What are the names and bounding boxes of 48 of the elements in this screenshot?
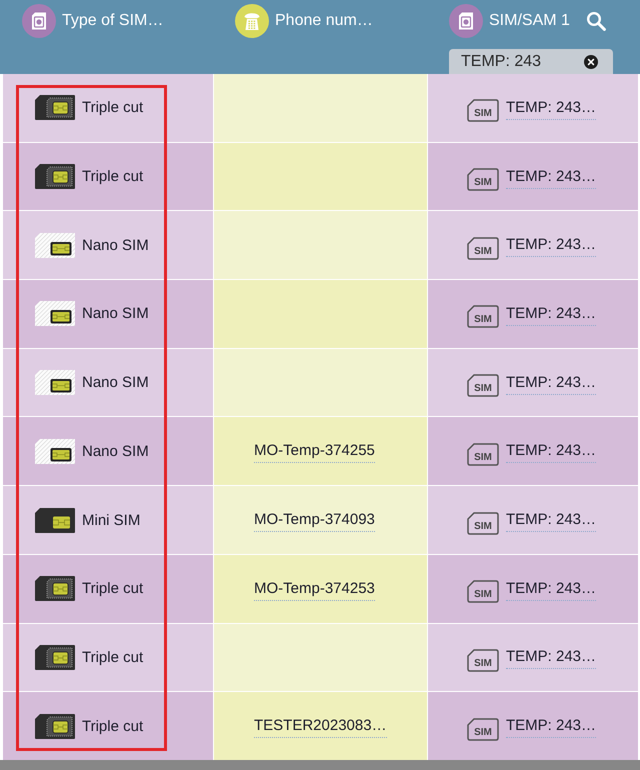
sim-link[interactable]: TEMP: 243… xyxy=(506,168,596,189)
sim-link[interactable]: TEMP: 243… xyxy=(506,236,596,258)
phone-number-link[interactable]: TESTER2023083… xyxy=(254,717,387,738)
sim-type-text: Triple cut xyxy=(82,168,144,186)
sim-badge: SIM xyxy=(467,718,499,741)
sim-card-icon xyxy=(35,714,75,739)
sim-card-icon xyxy=(35,370,75,396)
sim-link[interactable]: TEMP: 243… xyxy=(506,580,596,601)
sim-link[interactable]: TEMP: 243… xyxy=(506,98,596,120)
sim-link[interactable]: TEMP: 243… xyxy=(506,648,596,670)
sim-link[interactable]: TEMP: 243… xyxy=(506,374,596,395)
sim-type-text: Triple cut xyxy=(82,718,144,735)
sim-badge: SIM xyxy=(467,168,499,192)
search-icon[interactable] xyxy=(586,11,606,31)
sim-card-icon xyxy=(35,301,75,326)
sim-link[interactable]: TEMP: 243… xyxy=(506,304,596,326)
sim-card-icon xyxy=(35,438,75,464)
sim-link[interactable]: TEMP: 243… xyxy=(506,442,596,464)
filter-text: TEMP: 243 xyxy=(461,52,542,70)
sim-badge: SIM xyxy=(467,580,499,604)
sim-type-text: Nano SIM xyxy=(82,442,149,460)
sim-badge: SIM xyxy=(467,648,499,672)
sim-type-text: Triple cut xyxy=(82,580,144,598)
sim-card-icon xyxy=(35,95,75,120)
sim-badge: SIM xyxy=(467,512,499,535)
sim-badge: SIM xyxy=(467,99,499,122)
sim-type-text: Triple cut xyxy=(82,648,144,666)
sim-type-text: Mini SIM xyxy=(82,512,140,529)
sim-badge: SIM xyxy=(467,374,499,398)
phone-number-link[interactable]: MO-Temp-374255 xyxy=(254,442,375,464)
sim-badge: SIM xyxy=(467,236,499,260)
sim-link[interactable]: TEMP: 243… xyxy=(506,511,596,532)
phone-number-link[interactable]: MO-Temp-374253 xyxy=(254,580,375,601)
phone-number-link[interactable]: MO-Temp-374093 xyxy=(254,511,375,532)
sim-badge: SIM xyxy=(467,442,499,466)
sim-type-text: Nano SIM xyxy=(82,236,149,254)
sim-type-text: Nano SIM xyxy=(82,305,149,322)
sim-card-icon xyxy=(35,644,75,670)
sim-card-icon xyxy=(35,164,75,190)
sim-type-text: Triple cut xyxy=(82,99,144,116)
scrollbar[interactable] xyxy=(0,760,640,770)
sim-type-text: Nano SIM xyxy=(82,374,149,392)
close-icon[interactable] xyxy=(584,54,598,68)
sim-card-icon xyxy=(35,508,75,533)
sim-link[interactable]: TEMP: 243… xyxy=(506,717,596,738)
sim-badge: SIM xyxy=(467,305,499,328)
sim-card-icon xyxy=(35,576,75,602)
sim-card-icon xyxy=(35,232,75,258)
